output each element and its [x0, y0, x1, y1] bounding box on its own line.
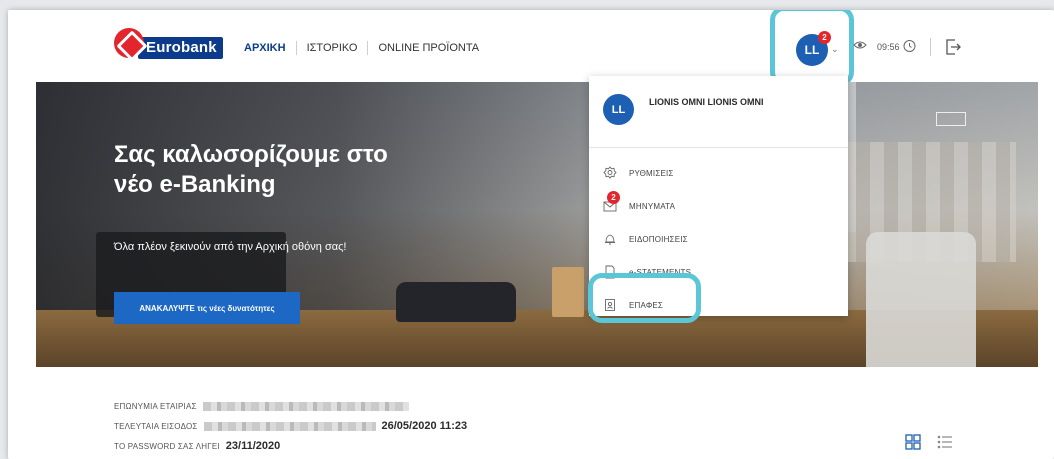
hero-bg-chair [866, 232, 976, 367]
eye-icon[interactable] [853, 40, 867, 50]
menu-item-notifications[interactable]: ΕΙΔΟΠΟΙΗΣΕΙΣ [603, 229, 833, 249]
logout-icon[interactable] [945, 38, 961, 56]
menu-item-label: ΡΥΘΜΙΣΕΙΣ [629, 168, 674, 178]
menu-item-settings[interactable]: ΡΥΘΜΙΣΕΙΣ [603, 163, 833, 183]
clock-history-icon[interactable] [902, 39, 916, 53]
password-label: ΤΟ PASSWORD ΣΑΣ ΛΗΓΕΙ [114, 441, 220, 451]
last-login-value: 26/05/2020 11:23 [381, 420, 468, 432]
menu-item-label: ΕΙΔΟΠΟΙΗΣΕΙΣ [629, 234, 688, 244]
company-row: ΕΠΩΝΥΜΙΑ ΕΤΑΙΡΙΑΣ [114, 396, 467, 416]
notification-badge: 2 [818, 31, 831, 44]
hero-collapse-icon[interactable] [936, 112, 966, 126]
hero-banner: Σας καλωσορίζουμε στο νέο e-Banking Όλα … [36, 82, 1038, 367]
last-login-redacted [203, 421, 376, 431]
chevron-down-icon[interactable]: ⌄ [831, 44, 839, 55]
password-expiry-value: 23/11/2020 [225, 440, 281, 452]
company-label: ΕΠΩΝΥΜΙΑ ΕΤΑΙΡΙΑΣ [114, 401, 197, 411]
menu-item-messages[interactable]: 2 ΜΗΝΥΜΑΤΑ [603, 191, 833, 216]
discover-features-button[interactable]: ΑΝΑΚΑΛΥΨΤΕ τις νέες δυνατότητες [114, 292, 300, 324]
password-expiry-row: ΤΟ PASSWORD ΣΑΣ ΛΗΓΕΙ 23/11/2020 [114, 436, 467, 456]
last-login-label: ΤΕΛΕΥΤΑΙΑ ΕΙΣΟΔΟΣ [114, 421, 198, 431]
contacts-highlight [588, 273, 701, 323]
menu-item-label: ΜΗΝΥΜΑΤΑ [629, 201, 676, 211]
header-divider [930, 38, 931, 56]
messages-badge: 2 [607, 191, 620, 204]
logo-mark-icon [114, 28, 144, 58]
user-avatar-button[interactable]: LL 2 [796, 31, 831, 66]
bell-icon [605, 234, 615, 245]
nav-history[interactable]: ΙΣΤΟΡΙΚΟ [295, 41, 368, 55]
eurobank-logo[interactable]: Eurobank [114, 27, 223, 59]
user-name: LIONIS OMNI LIONIS OMNI [649, 97, 764, 107]
app-window: Eurobank ΑΡΧΙΚΗ ΙΣΤΟΡΙΚΟ ONLINE ΠΡΟΪΟΝΤΑ… [8, 10, 1054, 459]
company-value-redacted [202, 401, 409, 411]
nav-online-products[interactable]: ONLINE ΠΡΟΪΟΝΤΑ [367, 41, 489, 55]
session-timer: 09:56 [877, 42, 900, 52]
nav-home[interactable]: ΑΡΧΙΚΗ [244, 41, 296, 55]
hero-title: Σας καλωσορίζουμε στο νέο e-Banking [114, 141, 388, 198]
account-info: ΕΠΩΝΥΜΙΑ ΕΤΑΙΡΙΑΣ ΤΕΛΕΥΤΑΙΑ ΕΙΣΟΔΟΣ 26/0… [114, 396, 467, 456]
list-view-icon[interactable] [936, 433, 954, 451]
last-login-row: ΤΕΛΕΥΤΑΙΑ ΕΙΣΟΔΟΣ 26/05/2020 11:23 [114, 416, 467, 436]
avatar-initials: LL [804, 43, 820, 57]
grid-view-icon[interactable] [904, 433, 922, 451]
logo-text: Eurobank [138, 37, 223, 59]
user-menu-header: LL LIONIS OMNI LIONIS OMNI [589, 76, 848, 148]
top-header: Eurobank ΑΡΧΙΚΗ ΙΣΤΟΡΙΚΟ ONLINE ΠΡΟΪΟΝΤΑ… [8, 10, 1054, 86]
main-nav: ΑΡΧΙΚΗ ΙΣΤΟΡΙΚΟ ONLINE ΠΡΟΪΟΝΤΑ [244, 41, 489, 55]
hero-bg-pencil-cup [552, 267, 584, 317]
view-toggle [904, 433, 954, 451]
gear-icon [603, 166, 617, 179]
hero-bg-phone [396, 282, 516, 322]
user-menu-avatar: LL [603, 94, 634, 125]
hero-subtitle: Όλα πλέον ξεκινούν από την Αρχική οθόνη … [114, 241, 347, 253]
